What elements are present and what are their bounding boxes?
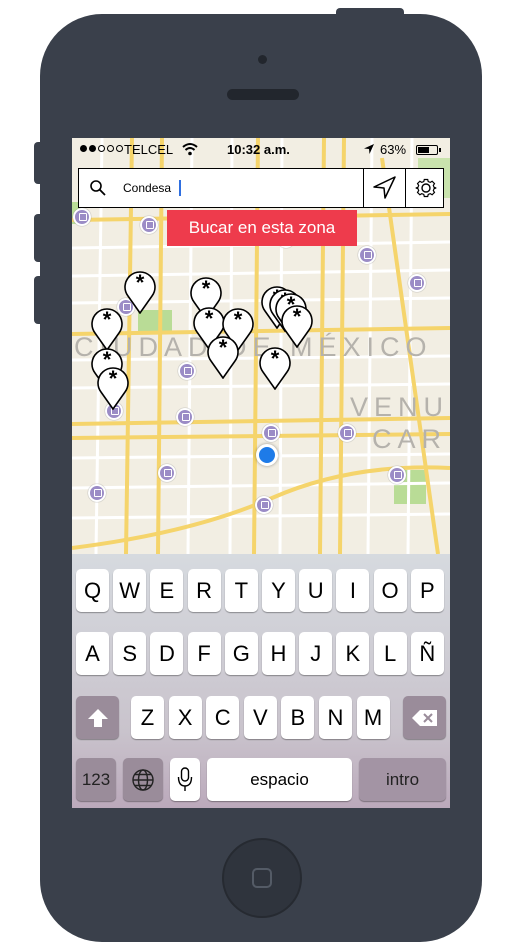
pin-asterisk: *: [201, 276, 211, 301]
key-x[interactable]: X: [168, 696, 202, 739]
key-t[interactable]: T: [224, 569, 258, 612]
microphone-key[interactable]: [170, 758, 200, 801]
shift-arrow-icon: [87, 708, 108, 727]
keyboard: QWERTYUIOP ASDFGHJKLÑ ZXCVBNM 123 espaci…: [72, 554, 450, 808]
return-key[interactable]: intro: [359, 758, 446, 801]
place-pin[interactable]: *: [96, 364, 130, 410]
metro-station-marker[interactable]: [408, 274, 426, 292]
battery-tip: [439, 148, 441, 152]
signal-strength: [80, 145, 123, 152]
key-ñ[interactable]: Ñ: [410, 632, 444, 675]
key-v[interactable]: V: [243, 696, 277, 739]
pin-asterisk: *: [218, 335, 228, 360]
search-bar: [78, 168, 444, 208]
navigation-arrow-icon: [373, 176, 396, 199]
globe-key[interactable]: [123, 758, 163, 801]
place-pin[interactable]: *: [206, 333, 240, 379]
key-f[interactable]: F: [187, 632, 221, 675]
search-icon: [90, 180, 106, 196]
earpiece-speaker: [227, 89, 299, 100]
pin-asterisk: *: [108, 366, 118, 391]
key-d[interactable]: D: [150, 632, 184, 675]
key-n[interactable]: N: [319, 696, 352, 739]
metro-station-marker[interactable]: [358, 246, 376, 264]
phone-screen: CIUDAD DE MÉXICO VENU CAR ************* …: [72, 138, 450, 808]
key-q[interactable]: Q: [76, 569, 109, 612]
key-o[interactable]: O: [373, 569, 407, 612]
key-c[interactable]: C: [206, 696, 240, 739]
signal-dot: [116, 145, 123, 152]
key-r[interactable]: R: [187, 569, 221, 612]
key-s[interactable]: S: [113, 632, 147, 675]
delete-key[interactable]: [403, 696, 446, 739]
signal-dot: [107, 145, 114, 152]
search-input[interactable]: [123, 178, 363, 198]
metro-station-marker[interactable]: [255, 496, 273, 514]
pin-asterisk: *: [270, 346, 280, 371]
key-g[interactable]: G: [224, 632, 258, 675]
numbers-key[interactable]: 123: [76, 758, 116, 801]
battery-icon: [416, 145, 438, 155]
metro-station-marker[interactable]: [140, 216, 158, 234]
key-m[interactable]: M: [356, 696, 390, 739]
map-label-car: CAR: [372, 424, 448, 454]
key-l[interactable]: L: [373, 632, 407, 675]
shift-key[interactable]: [76, 696, 119, 739]
signal-dot: [98, 145, 105, 152]
key-z[interactable]: Z: [131, 696, 164, 739]
user-location-dot: [256, 444, 278, 466]
pin-asterisk: *: [292, 304, 302, 329]
home-button[interactable]: [222, 838, 302, 918]
space-key[interactable]: espacio: [207, 758, 352, 801]
battery-percentage: 63%: [380, 142, 407, 157]
metro-station-marker[interactable]: [262, 424, 280, 442]
pin-asterisk: *: [102, 307, 112, 332]
metro-station-marker[interactable]: [158, 464, 176, 482]
home-square-icon: [252, 868, 272, 888]
key-y[interactable]: Y: [262, 569, 295, 612]
navigate-button[interactable]: [363, 169, 405, 207]
place-pin[interactable]: *: [280, 302, 314, 348]
battery-level: [418, 147, 430, 153]
metro-station-marker[interactable]: [338, 424, 356, 442]
signal-dot: [80, 145, 87, 152]
key-p[interactable]: P: [410, 569, 444, 612]
map-view[interactable]: CIUDAD DE MÉXICO VENU CAR ************* …: [72, 138, 450, 554]
settings-button[interactable]: [405, 169, 445, 207]
key-k[interactable]: K: [336, 632, 370, 675]
search-this-area-button[interactable]: Bucar en esta zona: [167, 210, 357, 246]
location-services-icon: [364, 144, 374, 154]
key-a[interactable]: A: [76, 632, 109, 675]
metro-station-marker[interactable]: [73, 208, 91, 226]
key-j[interactable]: J: [299, 632, 333, 675]
key-h[interactable]: H: [262, 632, 295, 675]
carrier-name: TELCEL: [124, 142, 174, 157]
metro-station-marker[interactable]: [388, 466, 406, 484]
key-u[interactable]: U: [299, 569, 333, 612]
status-time: 10:32 a.m.: [227, 142, 290, 157]
key-w[interactable]: W: [113, 569, 147, 612]
key-b[interactable]: B: [281, 696, 315, 739]
metro-station-marker[interactable]: [176, 408, 194, 426]
metro-station-marker[interactable]: [88, 484, 106, 502]
key-i[interactable]: I: [336, 569, 370, 612]
place-pin[interactable]: *: [258, 344, 292, 390]
text-cursor: [179, 180, 181, 196]
wifi-icon: [182, 143, 198, 156]
globe-icon: [132, 768, 154, 791]
pin-asterisk: *: [135, 270, 145, 295]
front-camera: [258, 55, 267, 64]
status-bar: TELCEL 10:32 a.m. 63%: [72, 138, 450, 162]
pin-asterisk: *: [233, 307, 243, 332]
map-label-venu: VENU: [350, 392, 450, 422]
signal-dot: [89, 145, 96, 152]
microphone-icon: [177, 766, 193, 791]
backspace-icon: [411, 709, 437, 726]
gear-icon: [415, 178, 437, 198]
metro-station-marker[interactable]: [178, 362, 196, 380]
key-e[interactable]: E: [150, 569, 184, 612]
place-pin[interactable]: *: [123, 268, 157, 314]
